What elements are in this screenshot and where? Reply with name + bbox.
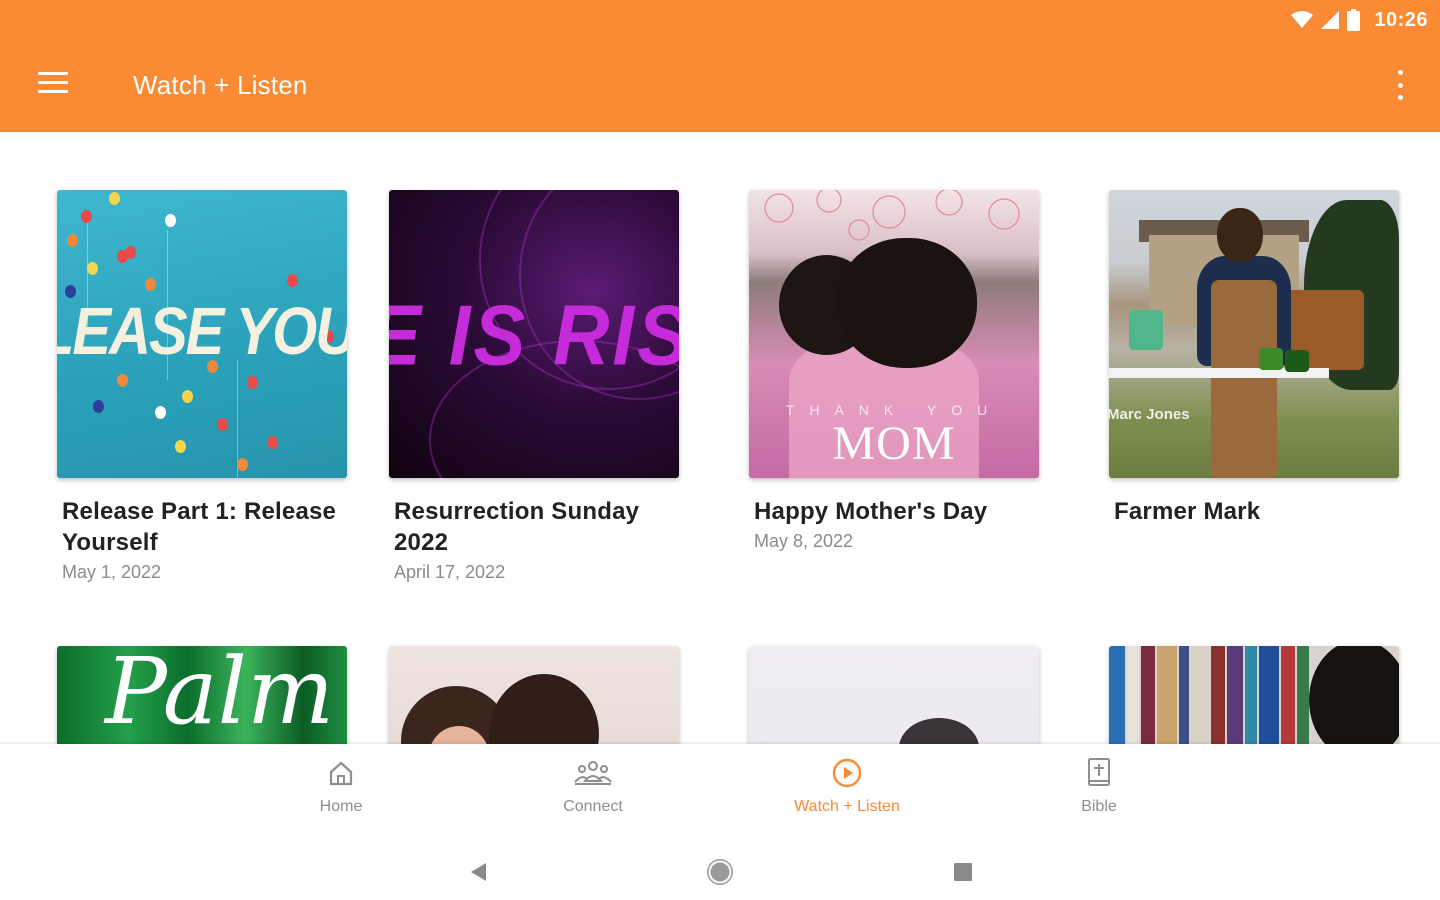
home-icon [329,761,353,786]
menu-button[interactable] [38,72,70,98]
nav-label: Connect [563,798,623,815]
status-bar: 10:26 [1291,6,1428,34]
nav-label: Watch + Listen [794,798,900,815]
media-thumbnail[interactable]: Marc Jones [1109,190,1399,478]
more-options-button[interactable] [1394,70,1406,100]
home-circle-icon [707,859,733,885]
people-icon [574,761,612,785]
bottom-navigation: Home Connect Watch + Listen Bible [0,744,1440,840]
system-navigation [0,840,1440,900]
media-thumbnail[interactable]: Palm [57,646,347,744]
media-card[interactable] [749,646,1039,744]
back-icon [471,863,486,881]
page-title: Watch + Listen [133,70,308,100]
card-title: Farmer Mark [1114,498,1261,525]
thumbnail-art-text: Palm [105,646,335,744]
media-grid: LEASE YOURS Release Part 1: Release Your… [0,132,1440,744]
thumbnail-art-text: MOM [832,417,956,470]
system-back-button[interactable] [458,852,498,892]
system-home-button[interactable] [700,852,740,892]
bible-icon [1088,758,1110,786]
thumbnail-art-text: E IS RISE [389,286,679,384]
app-bar: 10:26 Watch + Listen [0,0,1440,132]
battery-icon [1347,9,1361,31]
nav-item-connect[interactable]: Connect [513,756,673,816]
card-title: Happy Mother's Day [754,498,988,525]
media-card[interactable]: E IS RISE Resurrection Sunday 2022 April… [389,190,679,583]
media-card[interactable]: Palm [57,646,347,744]
nav-label: Home [319,798,363,815]
card-title: Release Part 1: Release Yourself [62,498,337,556]
nav-item-watch-listen[interactable]: Watch + Listen [767,756,927,816]
nav-item-home[interactable]: Home [261,756,421,816]
thumbnail-art-text: Marc Jones [1109,406,1190,423]
recents-icon [954,863,972,881]
wifi-icon [1291,11,1314,28]
thumbnail-art-text: LEASE YOURS [57,294,347,369]
media-card[interactable] [389,646,679,744]
card-date: May 8, 2022 [754,531,854,551]
card-date: April 17, 2022 [394,562,506,582]
media-card[interactable]: LEASE YOURS Release Part 1: Release Your… [57,190,347,583]
play-circle-icon [832,758,862,788]
card-date: May 1, 2022 [62,562,162,582]
media-thumbnail[interactable]: LEASE YOURS [57,190,347,478]
more-vert-icon [1397,70,1403,75]
card-title: Resurrection Sunday 2022 [394,498,640,556]
signal-icon [1321,11,1340,29]
nav-label: Bible [1081,798,1117,815]
media-thumbnail[interactable] [389,646,679,744]
media-thumbnail[interactable] [1109,646,1399,744]
nav-item-bible[interactable]: Bible [1019,756,1179,816]
media-thumbnail[interactable]: THANK YOU MOM [749,190,1039,478]
media-card[interactable] [1109,646,1399,744]
system-recents-button[interactable] [943,852,983,892]
media-card[interactable]: THANK YOU MOM Happy Mother's Day May 8, … [749,190,1039,552]
media-thumbnail[interactable]: E IS RISE [389,190,679,478]
media-card[interactable]: Marc Jones Farmer Mark [1109,190,1399,531]
menu-icon [38,72,68,75]
media-thumbnail[interactable] [749,646,1039,744]
status-time: 10:26 [1374,8,1428,31]
